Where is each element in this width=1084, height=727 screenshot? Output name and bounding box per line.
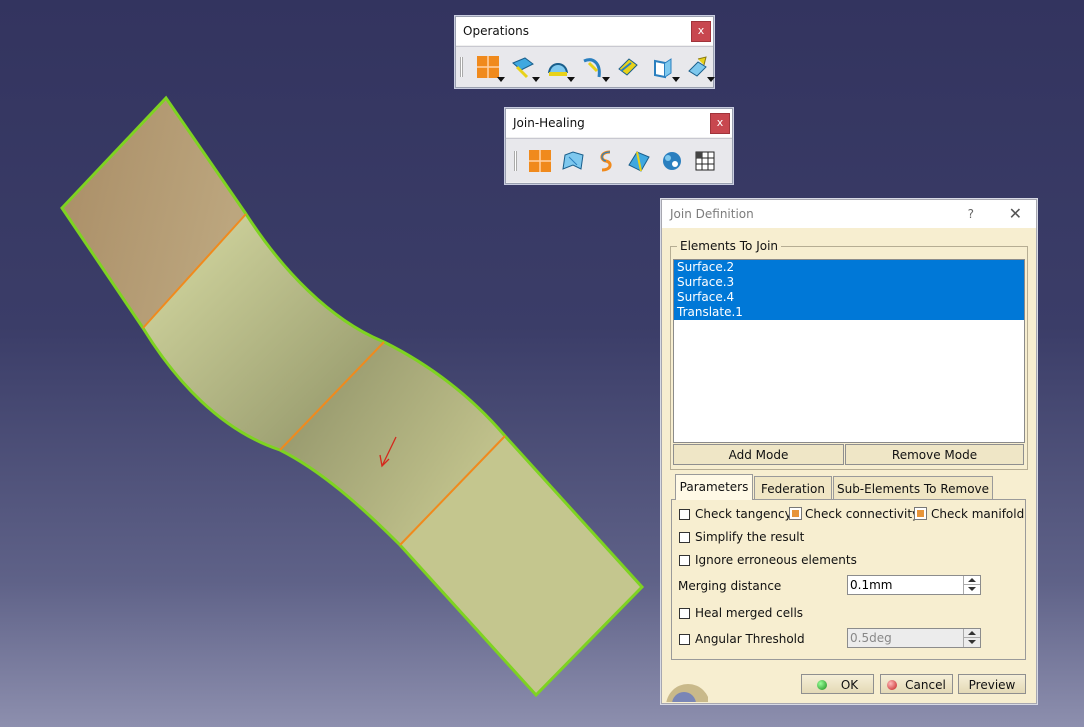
cancel-label: Cancel xyxy=(905,678,946,692)
disassemble-icon[interactable] xyxy=(691,147,719,175)
help-button[interactable]: ? xyxy=(968,200,974,228)
join-icon[interactable] xyxy=(526,147,554,175)
elements-to-join-label: Elements To Join xyxy=(677,239,782,253)
parameters-panel: Check tangency Check connectivity Check … xyxy=(671,499,1026,660)
check-connectivity-label: Check connectivity xyxy=(805,507,920,521)
spin-up-icon xyxy=(964,629,980,638)
simplify-result-label: Simplify the result xyxy=(695,530,805,544)
spin-down-icon xyxy=(964,638,980,647)
dialog-title-bar[interactable]: Join Definition ? ✕ xyxy=(662,200,1036,228)
check-tangency-label: Check tangency xyxy=(695,507,792,521)
split-icon[interactable] xyxy=(579,53,610,82)
list-item[interactable]: Surface.4 xyxy=(674,290,1024,305)
spin-down-icon[interactable] xyxy=(964,585,980,594)
surface-simplification-icon[interactable] xyxy=(625,147,653,175)
tab-sub-elements-to-remove[interactable]: Sub-Elements To Remove xyxy=(833,476,993,500)
join-definition-dialog[interactable]: Join Definition ? ✕ Elements To Join Sur… xyxy=(661,199,1037,704)
check-connectivity-checkbox[interactable] xyxy=(789,507,802,520)
operations-toolbar-title: Operations xyxy=(463,24,529,38)
list-item[interactable]: Translate.1 xyxy=(674,305,1024,320)
join-icon[interactable] xyxy=(474,53,505,82)
extrapolate-icon[interactable] xyxy=(544,53,575,82)
untrim-icon[interactable] xyxy=(658,147,686,175)
tab-parameters[interactable]: Parameters xyxy=(675,474,753,500)
heal-merged-cells-label: Heal merged cells xyxy=(695,606,804,620)
close-button[interactable]: ✕ xyxy=(1009,200,1022,228)
add-mode-button[interactable]: Add Mode xyxy=(673,444,844,465)
trim-icon[interactable] xyxy=(614,53,642,81)
ignore-erroneous-label: Ignore erroneous elements xyxy=(695,553,857,567)
healing-icon[interactable] xyxy=(509,53,540,82)
angular-threshold-checkbox[interactable] xyxy=(679,634,690,645)
ignore-erroneous-checkbox[interactable] xyxy=(679,555,690,566)
boundary-icon[interactable] xyxy=(649,53,680,82)
cancel-icon xyxy=(887,680,898,690)
ok-icon xyxy=(816,680,827,690)
join-healing-toolbar-close-button[interactable]: x xyxy=(710,113,730,134)
merging-distance-label: Merging distance xyxy=(678,579,782,593)
angular-threshold-field xyxy=(847,628,981,648)
angular-threshold-label: Angular Threshold xyxy=(695,632,805,646)
catia-compass-logo xyxy=(666,684,708,702)
elements-list[interactable]: Surface.2 Surface.3 Surface.4 Translate.… xyxy=(673,259,1025,443)
check-tangency-checkbox[interactable] xyxy=(679,509,690,520)
merging-distance-input[interactable] xyxy=(850,577,960,593)
merging-distance-field[interactable] xyxy=(847,575,981,595)
toolbar-grip[interactable] xyxy=(460,57,463,77)
operations-toolbar-close-button[interactable]: x xyxy=(691,21,711,42)
heal-merged-cells-checkbox[interactable] xyxy=(679,608,690,619)
list-item[interactable]: Surface.3 xyxy=(674,275,1024,290)
join-healing-toolbar-title: Join-Healing xyxy=(513,116,585,130)
check-manifold-label: Check manifold xyxy=(931,507,1025,521)
cancel-button[interactable]: Cancel xyxy=(880,674,953,694)
remove-mode-button[interactable]: Remove Mode xyxy=(845,444,1024,465)
healing-icon[interactable] xyxy=(559,147,587,175)
toolbar-grip[interactable] xyxy=(514,150,517,171)
ok-button[interactable]: OK xyxy=(801,674,874,694)
angular-threshold-input xyxy=(850,630,960,646)
join-healing-toolbar[interactable]: Join-Healing x xyxy=(505,108,733,184)
spin-up-icon[interactable] xyxy=(964,576,980,585)
check-manifold-checkbox[interactable] xyxy=(914,507,927,520)
simplify-result-checkbox[interactable] xyxy=(679,532,690,543)
extract-icon[interactable] xyxy=(684,53,715,82)
operations-toolbar[interactable]: Operations x xyxy=(455,16,715,88)
preview-button[interactable]: Preview xyxy=(958,674,1026,694)
list-item[interactable]: Surface.2 xyxy=(674,260,1024,275)
curve-smooth-icon[interactable] xyxy=(592,147,620,175)
ok-label: OK xyxy=(840,678,859,692)
tab-federation[interactable]: Federation xyxy=(754,476,832,500)
dialog-title: Join Definition xyxy=(670,207,754,221)
